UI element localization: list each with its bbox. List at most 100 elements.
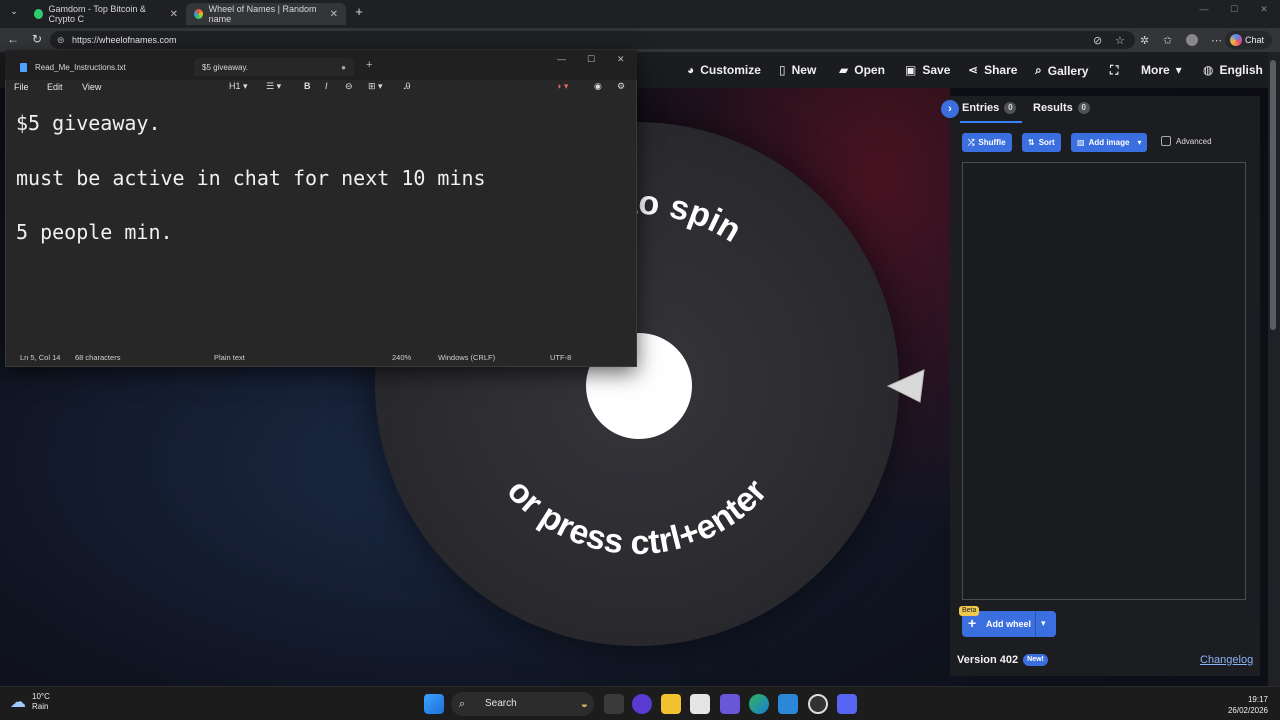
entries-textarea[interactable] — [962, 162, 1246, 600]
sort-button[interactable]: ⇅ Sort — [1022, 133, 1061, 152]
clear-format-icon[interactable]: Ꭿ — [404, 81, 411, 92]
extensions-icon[interactable]: ✲ — [1140, 34, 1149, 47]
menu-file[interactable]: File — [14, 82, 29, 92]
taskbar-search[interactable]: ⌕ Search ◒ — [451, 692, 594, 716]
new-tab-button[interactable]: + — [351, 4, 367, 19]
more-dropdown[interactable]: More ▾ — [1141, 63, 1182, 77]
notepad-new-tab-button[interactable]: + — [366, 59, 372, 71]
image-icon: ▨ — [1077, 138, 1085, 147]
entries-count-badge: 0 — [1004, 102, 1017, 114]
menu-dots-icon[interactable]: ⋯ — [1211, 34, 1222, 47]
chrome-like-browser-icon[interactable] — [808, 694, 828, 714]
heading-label: H1 — [229, 81, 241, 91]
maximize-icon[interactable]: ☐ — [1226, 4, 1242, 15]
reload-icon[interactable]: ↻ — [29, 32, 45, 46]
advanced-checkbox[interactable]: Advanced — [1161, 136, 1212, 146]
account-icon[interactable]: ◉ — [594, 81, 602, 92]
wheel-favicon-icon — [194, 9, 203, 19]
entries-tab-label: Entries — [962, 102, 1000, 114]
checkbox-box[interactable] — [1161, 136, 1171, 146]
settings-gear-icon[interactable]: ⚙ — [617, 81, 625, 92]
changelog-link[interactable]: Changelog — [1200, 654, 1253, 666]
status-zoom[interactable]: 240% — [392, 353, 411, 362]
tab-search-chevron-icon[interactable]: ⌄ — [6, 6, 22, 17]
system-clock[interactable]: 19:17 26/02/2026 — [1218, 694, 1268, 716]
microsoft-store-icon[interactable] — [690, 694, 710, 714]
customize-label: Customize — [700, 63, 761, 77]
list-icon[interactable]: ☰ ▾ — [266, 81, 281, 92]
text-line: must be active in chat for next 10 mins — [16, 165, 486, 190]
collapse-sidebar-chevron-icon[interactable]: › — [941, 100, 959, 118]
weather-widget[interactable]: ☁ 10°C Rain — [10, 692, 50, 712]
menu-edit[interactable]: Edit — [47, 82, 63, 92]
new-button[interactable]: ▯ New — [779, 63, 816, 77]
beta-badge: Beta — [959, 606, 980, 616]
site-info-icon[interactable]: ⊜ — [57, 31, 65, 49]
profile-avatar[interactable] — [1186, 34, 1198, 46]
notepad-text-area[interactable]: $5 giveaway. must be active in chat for … — [16, 108, 626, 272]
language-dropdown[interactable]: ◍ English — [1203, 63, 1263, 77]
status-line-endings: Windows (CRLF) — [438, 353, 496, 362]
rain-cloud-icon: ☁ — [10, 694, 26, 711]
heading-dropdown[interactable]: H1 ▾ — [229, 81, 248, 92]
bold-icon[interactable]: B — [304, 81, 311, 91]
add-image-button[interactable]: ▨ Add image ▾ — [1071, 133, 1148, 152]
discord-icon[interactable] — [837, 694, 857, 714]
add-image-label: Add image — [1088, 138, 1130, 147]
status-encoding: UTF-8 — [550, 353, 572, 362]
notepad-minimize-icon[interactable]: — — [557, 54, 566, 64]
close-tab-icon[interactable]: ✕ — [170, 9, 178, 20]
bookmark-star-icon[interactable]: ☆ — [1115, 34, 1125, 47]
notepad-tab-giveaway[interactable]: $5 giveaway. ● — [194, 58, 354, 76]
tab-results[interactable]: Results 0 — [1033, 102, 1090, 114]
close-tab-icon[interactable]: ✕ — [330, 9, 338, 20]
share-button[interactable]: ⋖ Share — [968, 63, 1017, 77]
search-label: Search — [485, 698, 517, 709]
notepad-tab-title: $5 giveaway. — [202, 62, 249, 72]
copilot-icon[interactable]: ◑ ▾ — [556, 81, 568, 92]
media-player-icon[interactable] — [632, 694, 652, 714]
chat-button[interactable]: Chat — [1224, 31, 1272, 49]
task-view-icon[interactable] — [604, 694, 624, 714]
notepad-close-icon[interactable]: ✕ — [617, 54, 625, 65]
globe-icon: ◍ — [1203, 63, 1214, 77]
favorites-icon[interactable]: ✩ — [1163, 34, 1172, 47]
customize-button[interactable]: ◕ Customize — [687, 63, 761, 77]
gallery-button[interactable]: ⌕ Gallery — [1035, 63, 1088, 78]
browser-tab-gamdom[interactable]: Gamdom - Top Bitcoin & Crypto C ✕ — [26, 3, 186, 25]
file-explorer-icon[interactable] — [661, 694, 681, 714]
notepad-tab-readme[interactable]: Read_Me_Instructions.txt — [12, 58, 192, 76]
italic-icon[interactable]: I — [325, 81, 328, 91]
close-window-icon[interactable]: ✕ — [1256, 4, 1272, 15]
notepad-file-icon — [20, 62, 27, 72]
save-button[interactable]: ▣ Save — [905, 63, 950, 77]
browser-tab-wheelofnames[interactable]: Wheel of Names | Random name ✕ — [186, 3, 346, 25]
link-icon[interactable]: ⊖ — [345, 81, 353, 92]
open-button[interactable]: ▰ Open — [839, 63, 885, 77]
text-line: $5 giveaway. — [16, 111, 161, 135]
back-arrow-icon[interactable]: ← — [5, 32, 21, 46]
unsaved-dot-icon[interactable]: ● — [341, 63, 346, 72]
edge-browser-icon[interactable] — [749, 694, 769, 714]
menu-view[interactable]: View — [82, 82, 101, 92]
search-highlight-icon: ◒ — [580, 697, 588, 711]
scrollbar-thumb[interactable] — [1270, 60, 1276, 330]
notepad-maximize-icon[interactable]: ☐ — [587, 54, 595, 65]
add-wheel-dropdown-icon[interactable]: ▾ — [1041, 618, 1046, 629]
weather-condition: Rain — [32, 702, 49, 711]
status-character-count: 68 characters — [75, 353, 121, 362]
folder-icon: ▰ — [839, 63, 849, 77]
address-bar[interactable]: ⊜ https://wheelofnames.com — [50, 31, 1135, 49]
results-tab-label: Results — [1033, 102, 1073, 114]
tab-entries[interactable]: Entries 0 — [962, 102, 1017, 114]
notepad-app-icon[interactable] — [778, 694, 798, 714]
search-icon: ⌕ — [459, 698, 466, 710]
add-wheel-label: Add wheel — [986, 619, 1032, 629]
vpn-app-icon[interactable] — [720, 694, 740, 714]
shuffle-button[interactable]: ⤮ Shuffle — [962, 133, 1012, 152]
windows-start-icon[interactable] — [424, 694, 444, 714]
table-icon[interactable]: ⊞ ▾ — [368, 81, 383, 92]
fullscreen-button[interactable]: ⛶ — [1110, 63, 1118, 78]
minimize-icon[interactable]: — — [1196, 4, 1212, 14]
tracking-icon[interactable]: ⊘ — [1093, 34, 1102, 47]
